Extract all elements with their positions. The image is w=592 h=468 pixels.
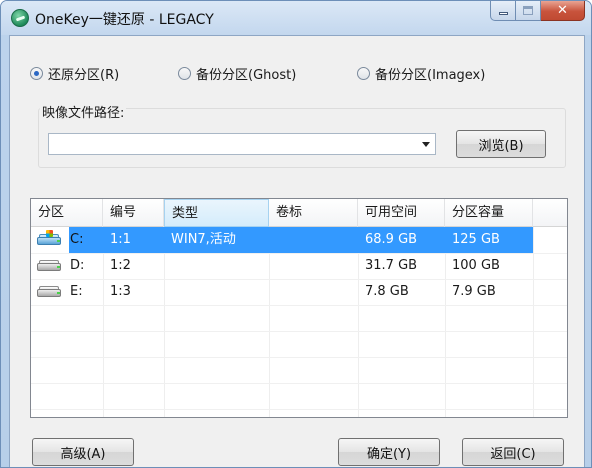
cell-number: 1:2 bbox=[110, 258, 131, 273]
cell-capacity: 100 GB bbox=[452, 258, 500, 273]
ok-button[interactable]: 确定(Y) bbox=[338, 438, 440, 466]
browse-button[interactable]: 浏览(B) bbox=[456, 130, 546, 158]
cell-type bbox=[164, 279, 171, 305]
close-icon: ✕ bbox=[557, 3, 568, 18]
table-row[interactable]: D: 1:2 31.7 GB 100 GB bbox=[31, 253, 567, 279]
cell-free-space: 68.9 GB bbox=[365, 232, 418, 247]
window-title: OneKey一键还原 - LEGACY bbox=[35, 12, 214, 28]
dropdown-arrow-icon[interactable] bbox=[422, 142, 430, 147]
minimize-icon bbox=[498, 12, 508, 15]
cell-drive: D: bbox=[70, 258, 85, 273]
cell-free-space: 7.8 GB bbox=[365, 284, 409, 299]
caption-buttons: ✕ bbox=[490, 1, 585, 22]
image-path-label: 映像文件路径: bbox=[40, 102, 127, 121]
maximize-button[interactable] bbox=[516, 1, 541, 21]
close-button[interactable]: ✕ bbox=[541, 1, 585, 21]
column-header-free-space[interactable]: 可用空间 bbox=[358, 199, 445, 227]
radio-unselected-icon bbox=[178, 67, 191, 80]
minimize-button[interactable] bbox=[490, 1, 516, 21]
cell-capacity: 7.9 GB bbox=[452, 284, 496, 299]
column-header-type[interactable]: 类型 bbox=[164, 199, 269, 227]
radio-unselected-icon bbox=[357, 67, 370, 80]
mode-radio-group: 还原分区(R) 备份分区(Ghost) 备份分区(Imagex) bbox=[10, 64, 584, 84]
cell-type bbox=[164, 253, 171, 279]
maximize-icon bbox=[523, 6, 533, 15]
column-header-filler bbox=[533, 199, 567, 227]
cell-type: WIN7,活动 bbox=[171, 232, 236, 247]
hard-drive-icon bbox=[37, 286, 63, 298]
cell-capacity: 125 GB bbox=[452, 232, 500, 247]
cell-drive: C: bbox=[70, 232, 84, 247]
cell-free-space: 31.7 GB bbox=[365, 258, 418, 273]
column-header-partition[interactable]: 分区 bbox=[31, 199, 103, 227]
back-button[interactable]: 返回(C) bbox=[462, 438, 564, 466]
grid-line bbox=[31, 409, 567, 410]
column-header-number[interactable]: 编号 bbox=[103, 199, 164, 227]
restore-partition-label: 还原分区(R) bbox=[48, 68, 120, 83]
backup-imagex-label: 备份分区(Imagex) bbox=[375, 68, 486, 83]
cell-label bbox=[269, 227, 276, 253]
grid-line bbox=[31, 357, 567, 358]
onekey-app-icon bbox=[11, 9, 29, 27]
cell-label bbox=[269, 279, 276, 305]
hard-drive-icon bbox=[37, 260, 63, 272]
grid-line bbox=[31, 383, 567, 384]
backup-ghost-radio[interactable]: 备份分区(Ghost) bbox=[178, 64, 296, 83]
system-drive-icon bbox=[37, 230, 63, 246]
dialog-body: 还原分区(R) 备份分区(Ghost) 备份分区(Imagex) 映像文件路径:… bbox=[9, 35, 585, 467]
cell-drive: E: bbox=[70, 284, 83, 299]
cell-number: 1:1 bbox=[110, 232, 131, 247]
restore-partition-radio[interactable]: 还原分区(R) bbox=[30, 64, 119, 83]
grid-line bbox=[31, 305, 567, 306]
grid-line bbox=[31, 331, 567, 332]
table-row[interactable]: C: 1:1 WIN7,活动 68.9 GB 125 GB bbox=[31, 227, 567, 253]
backup-imagex-radio[interactable]: 备份分区(Imagex) bbox=[357, 64, 485, 83]
onekey-window: OneKey一键还原 - LEGACY ✕ 还原分区(R) 备份分区(Ghost… bbox=[0, 0, 592, 468]
table-row[interactable]: E: 1:3 7.8 GB 7.9 GB bbox=[31, 279, 567, 305]
title-bar[interactable]: OneKey一键还原 - LEGACY ✕ bbox=[1, 1, 591, 35]
cell-number: 1:3 bbox=[110, 284, 131, 299]
column-header-label[interactable]: 卷标 bbox=[269, 199, 358, 227]
image-path-combobox[interactable] bbox=[48, 133, 436, 155]
partition-list[interactable]: 分区 编号 类型 卷标 可用空间 分区容量 C: 1:1 WIN7,活动 68.… bbox=[30, 198, 568, 418]
cell-label bbox=[269, 253, 276, 279]
partition-list-header: 分区 编号 类型 卷标 可用空间 分区容量 bbox=[31, 199, 567, 227]
radio-selected-icon bbox=[30, 67, 43, 80]
backup-ghost-label: 备份分区(Ghost) bbox=[196, 68, 297, 83]
advanced-button[interactable]: 高级(A) bbox=[32, 438, 134, 466]
column-header-capacity[interactable]: 分区容量 bbox=[445, 199, 533, 227]
